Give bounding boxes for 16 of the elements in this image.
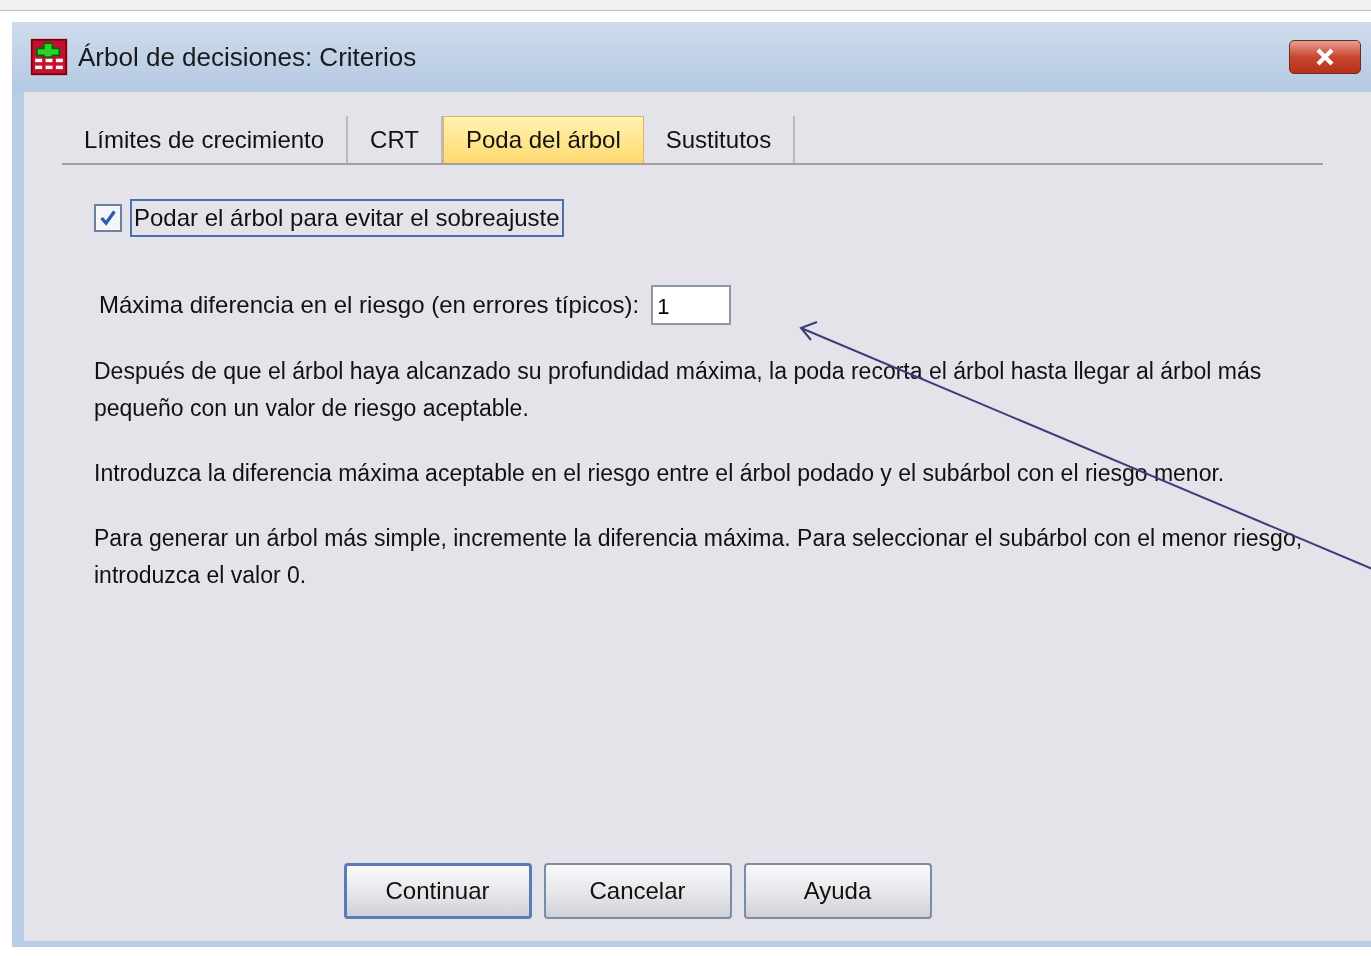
tab[interactable]: Sustitutos (643, 116, 796, 163)
app-icon (30, 38, 68, 76)
description-text: Para generar un árbol más simple, incremente la diferencia máxima. Para seleccionar el subárbol con el menor riesgo, introduzca el valor 0. (94, 524, 1304, 590)
dialog-button[interactable]: Continuar (343, 863, 532, 919)
checkbox-label[interactable]: Podar el árbol para evitar el sobreajuste (130, 199, 564, 237)
check-icon (99, 209, 117, 227)
close-button[interactable] (1289, 40, 1361, 74)
input-field[interactable]: 1 (651, 285, 732, 325)
field-label: Máxima diferencia en el riesgo (en errores típicos): (99, 291, 640, 319)
tab[interactable]: Límites de crecimiento (62, 116, 349, 163)
window-title: Árbol de decisiones: Criterios (78, 41, 418, 73)
dialog-button[interactable]: Ayuda (743, 863, 932, 919)
description-text: Introduzca la diferencia máxima aceptable en el riesgo entre el árbol podado y el subárbol con el riesgo menor. (94, 459, 1226, 488)
dialog-button[interactable]: Cancelar (543, 863, 732, 919)
tab[interactable]: Poda del árbol (443, 116, 644, 163)
checkbox[interactable] (94, 204, 122, 232)
